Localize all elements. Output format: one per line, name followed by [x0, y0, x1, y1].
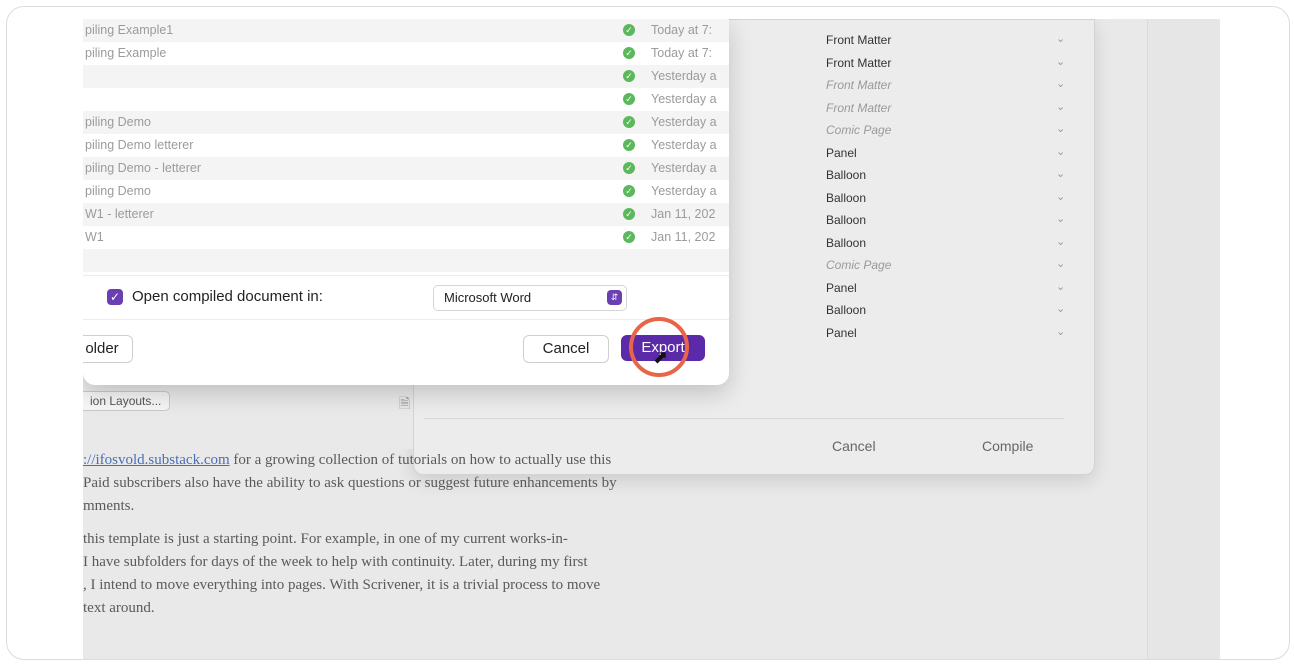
chevron-down-icon[interactable]: ⌄: [1056, 280, 1065, 293]
open-compiled-label: Open compiled document in:: [132, 288, 323, 305]
chevron-down-icon[interactable]: ⌄: [1056, 77, 1065, 90]
section-layout[interactable]: Balloon: [826, 213, 966, 227]
doc-paragraph-1: ://ifosvold.substack.com for a growing c…: [83, 452, 617, 514]
chevron-down-icon[interactable]: ⌄: [1056, 302, 1065, 315]
file-date: Yesterday a: [651, 92, 717, 106]
chevron-updown-icon: ⇵: [607, 290, 622, 305]
section-layout[interactable]: Panel: [826, 146, 966, 160]
section-layout[interactable]: Front Matter: [826, 56, 966, 70]
file-name: piling Example1: [85, 23, 174, 37]
app-select[interactable]: Microsoft Word ⇵: [433, 285, 627, 311]
chevron-down-icon[interactable]: ⌄: [1056, 190, 1065, 203]
chevron-down-icon[interactable]: ⌄: [1056, 145, 1065, 158]
chevron-down-icon[interactable]: ⌄: [1056, 32, 1065, 45]
synced-check-icon: ✓: [623, 93, 635, 105]
synced-check-icon: ✓: [623, 47, 635, 59]
file-name: W1: [85, 230, 104, 244]
file-row[interactable]: W1 ✓ Jan 11, 202: [83, 226, 729, 249]
file-date: Jan 11, 202: [651, 207, 716, 221]
document-text: ://ifosvold.substack.com for a growing c…: [83, 449, 743, 659]
screenshot-frame: e CommanderFront Matter⌄otFront Matter⌄F…: [6, 6, 1290, 660]
file-date: Today at 7:: [651, 23, 713, 37]
synced-check-icon: ✓: [623, 139, 635, 151]
file-row[interactable]: piling Demo - letterer ✓ Yesterday a: [83, 157, 729, 180]
export-save-sheet: piling Example1 ✓ Today at 7: piling Exampl…: [83, 19, 729, 385]
synced-check-icon: ✓: [623, 70, 635, 82]
file-row-partial[interactable]: [83, 249, 729, 272]
file-name: W1 - letterer: [85, 207, 154, 221]
chevron-down-icon[interactable]: ⌄: [1056, 100, 1065, 113]
compile-button[interactable]: Compile: [982, 438, 1033, 454]
substack-link[interactable]: ://ifosvold.substack.com: [83, 452, 230, 468]
synced-check-icon: ✓: [623, 24, 635, 36]
section-layout[interactable]: Panel: [826, 281, 966, 295]
section-layout[interactable]: Front Matter: [826, 33, 966, 47]
chevron-down-icon[interactable]: ⌄: [1056, 325, 1065, 338]
synced-check-icon: ✓: [623, 116, 635, 128]
section-layout[interactable]: Balloon: [826, 191, 966, 205]
divider: [83, 319, 729, 320]
mouse-pointer-icon: ⬈: [653, 347, 669, 367]
cancel-button[interactable]: Cancel: [523, 335, 609, 363]
synced-check-icon: ✓: [623, 208, 635, 220]
right-panel-edge: [1147, 19, 1220, 659]
file-date: Yesterday a: [651, 184, 717, 198]
file-row[interactable]: W1 - letterer ✓ Jan 11, 202: [83, 203, 729, 226]
section-layout[interactable]: Comic Page: [826, 258, 966, 272]
file-name: piling Demo: [85, 115, 152, 129]
doc-paragraph-2: this template is just a starting point. …: [83, 531, 601, 616]
file-row[interactable]: piling Demo letterer ✓ Yesterday a: [83, 134, 729, 157]
chevron-down-icon[interactable]: ⌄: [1056, 167, 1065, 180]
file-date: Yesterday a: [651, 138, 717, 152]
file-row[interactable]: piling Example ✓ Today at 7:: [83, 42, 729, 65]
section-layout[interactable]: Balloon: [826, 168, 966, 182]
section-layout[interactable]: Front Matter: [826, 78, 966, 92]
file-row[interactable]: piling Example1 ✓ Today at 7:: [83, 19, 729, 42]
file-date: Yesterday a: [651, 161, 717, 175]
file-name: piling Demo - letterer: [85, 161, 202, 175]
document-icon[interactable]: 🗎: [399, 393, 410, 417]
section-layout[interactable]: Balloon: [826, 303, 966, 317]
synced-check-icon: ✓: [623, 162, 635, 174]
app-select-value: Microsoft Word: [444, 290, 532, 305]
file-list: piling Example1 ✓ Today at 7: piling Exampl…: [83, 19, 729, 275]
file-date: Yesterday a: [651, 115, 717, 129]
new-folder-button[interactable]: older: [83, 335, 133, 363]
chevron-down-icon[interactable]: ⌄: [1056, 212, 1065, 225]
section-layout[interactable]: Balloon: [826, 236, 966, 250]
file-date: Yesterday a: [651, 69, 717, 83]
file-date: Today at 7:: [651, 46, 713, 60]
section-layout[interactable]: Comic Page: [826, 123, 966, 137]
synced-check-icon: ✓: [623, 185, 635, 197]
file-name: piling Demo: [85, 184, 152, 198]
section-layout[interactable]: Front Matter: [826, 101, 966, 115]
chevron-down-icon[interactable]: ⌄: [1056, 55, 1065, 68]
file-date: Jan 11, 202: [651, 230, 716, 244]
open-compiled-checkbox[interactable]: ✓: [107, 289, 123, 305]
chevron-down-icon[interactable]: ⌄: [1056, 257, 1065, 270]
chevron-down-icon[interactable]: ⌄: [1056, 235, 1065, 248]
chevron-down-icon[interactable]: ⌄: [1056, 122, 1065, 135]
file-name: piling Example: [85, 46, 167, 60]
file-name: piling Demo letterer: [85, 138, 194, 152]
section-layouts-button[interactable]: ion Layouts...: [83, 391, 171, 411]
compile-options-strip: ion Layouts... 🗎: [83, 385, 413, 449]
file-row[interactable]: ✓ Yesterday a: [83, 65, 729, 88]
file-row[interactable]: piling Demo ✓ Yesterday a: [83, 180, 729, 203]
app-screenshot: e CommanderFront Matter⌄otFront Matter⌄F…: [83, 19, 1220, 659]
divider: [424, 418, 1064, 419]
synced-check-icon: ✓: [623, 231, 635, 243]
file-row[interactable]: ✓ Yesterday a: [83, 88, 729, 111]
section-layout[interactable]: Panel: [826, 326, 966, 340]
file-row[interactable]: piling Demo ✓ Yesterday a: [83, 111, 729, 134]
compile-cancel-button[interactable]: Cancel: [832, 438, 876, 454]
open-in-option-row: ✓ Open compiled document in: Microsoft W…: [83, 275, 729, 320]
